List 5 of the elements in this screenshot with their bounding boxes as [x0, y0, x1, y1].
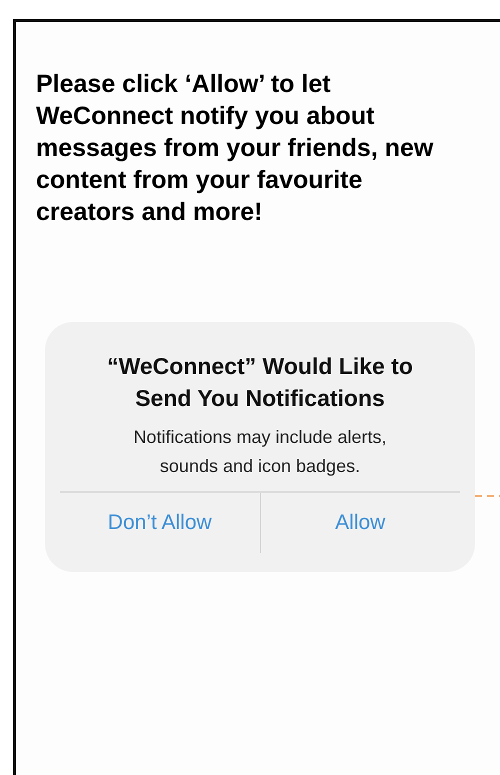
- dialog-message: Notifications may include alerts, sounds and icon badges.: [132, 426, 388, 478]
- dialog-button[interactable]: Allow: [260, 493, 460, 553]
- dialog-button[interactable]: Don’t Allow: [60, 493, 260, 553]
- instruction-text: Please click ‘Allow’ to let WeConnect notify you about messages from your friends, new content from your favourite creators and more!: [36, 69, 434, 228]
- dialog-title: “WeConnect” Would Like to Send You Notifications: [106, 352, 414, 413]
